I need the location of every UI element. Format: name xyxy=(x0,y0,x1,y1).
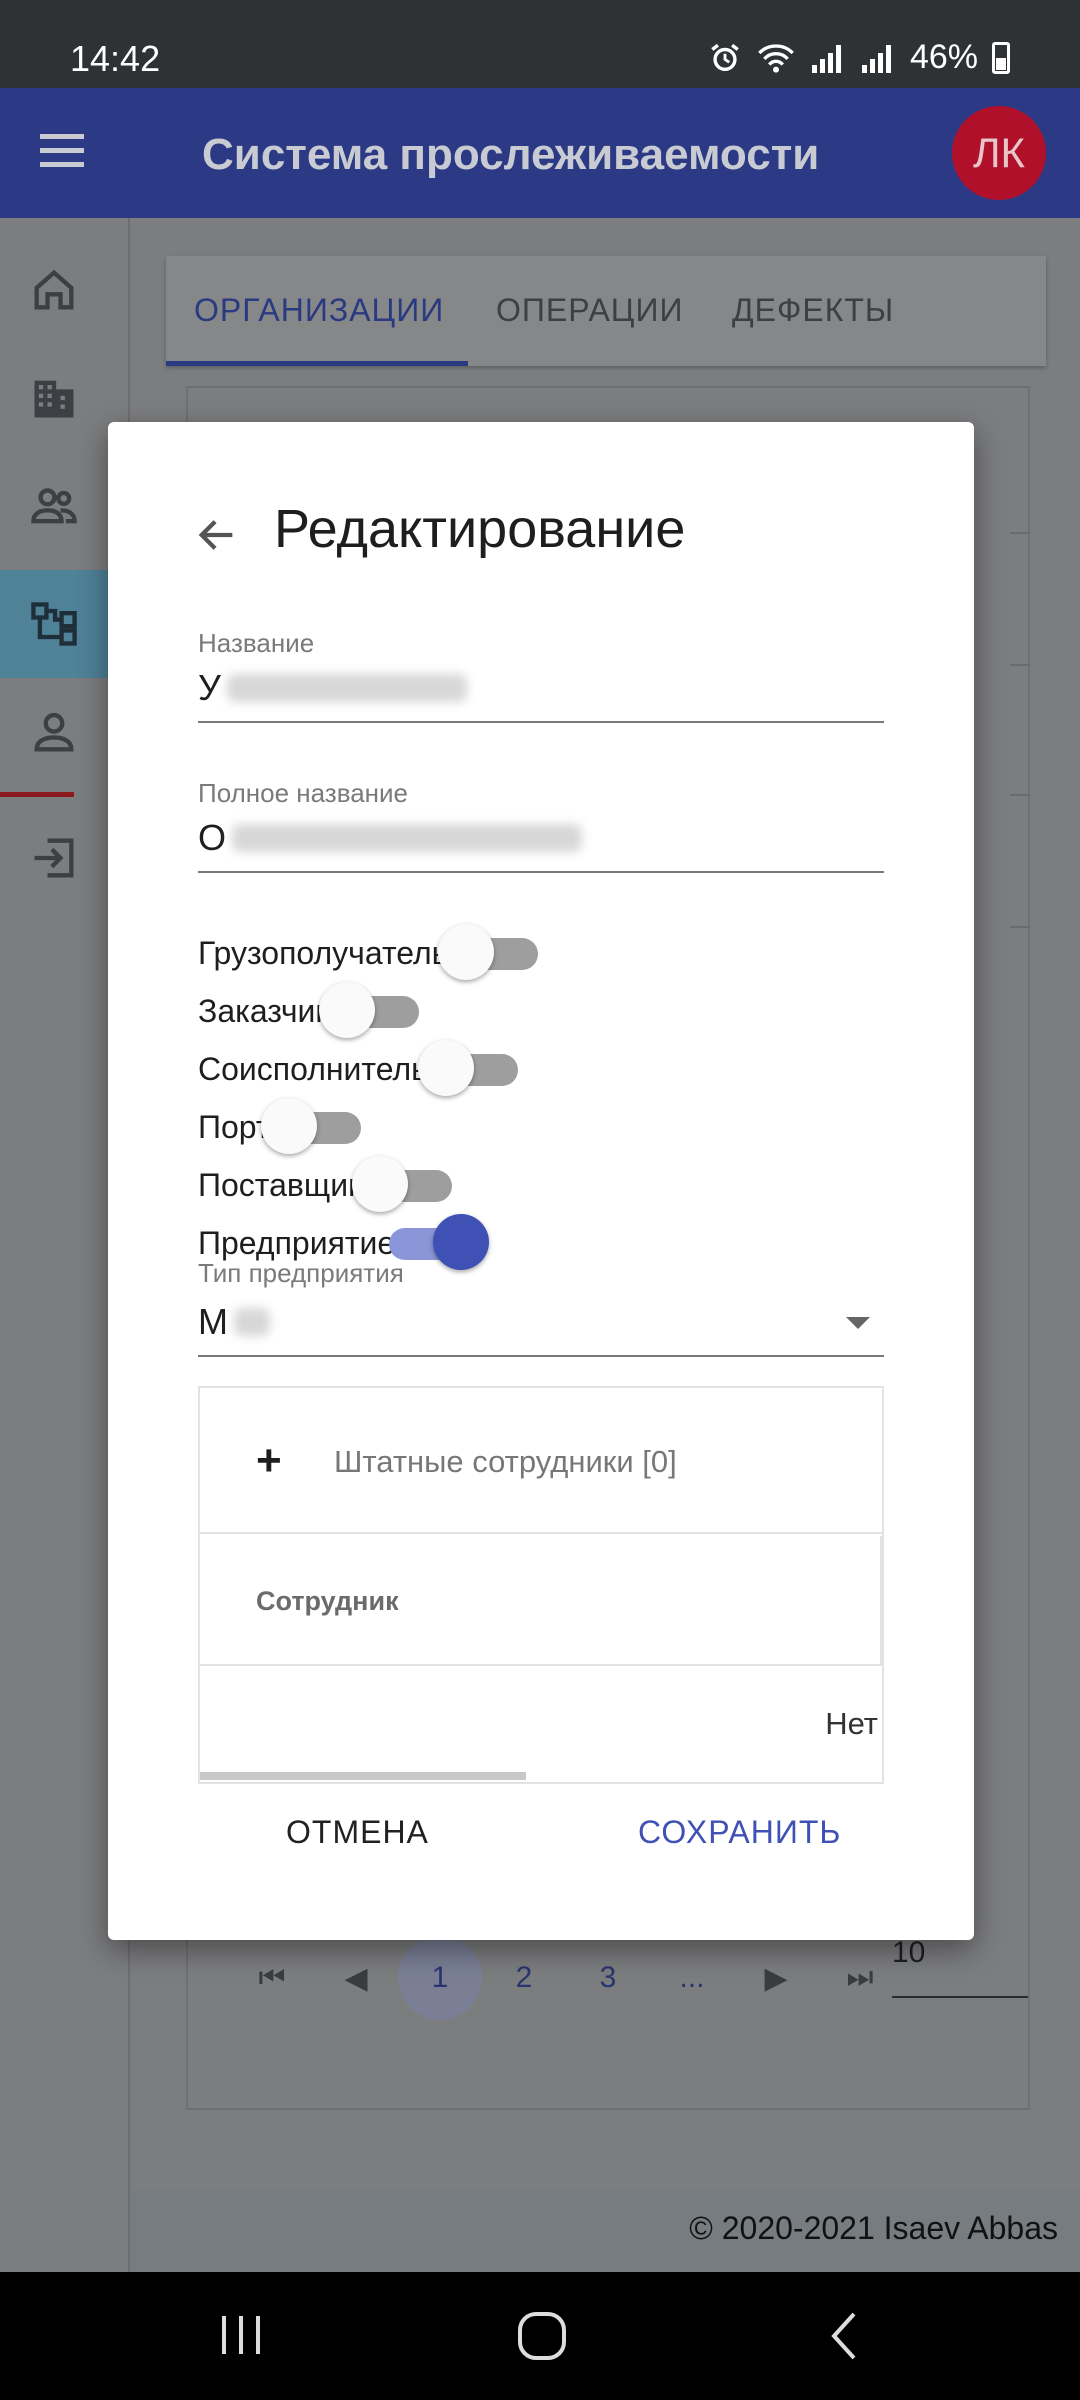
footer: © 2020-2021 Isaev Abbas xyxy=(130,2190,1080,2272)
page-size-select[interactable]: 10 xyxy=(892,1936,1028,1998)
name-label: Название xyxy=(198,628,315,658)
full-name-value: О xyxy=(198,817,227,858)
building-icon xyxy=(34,380,74,418)
prev-page-icon[interactable]: ◀ xyxy=(314,1961,398,1996)
sidebar-item-people[interactable] xyxy=(0,452,108,560)
consignee-switch[interactable] xyxy=(438,924,539,980)
table-row-divider xyxy=(1010,794,1030,796)
avatar[interactable]: ЛК xyxy=(952,106,1046,200)
tab-organizations[interactable]: ОРГАНИЗАЦИИ xyxy=(194,292,444,329)
full-name-label: Полное название xyxy=(198,778,409,808)
table-row-divider xyxy=(1010,532,1030,534)
menu-icon[interactable] xyxy=(40,134,84,170)
battery-icon xyxy=(992,41,1010,74)
status-icons: 46% xyxy=(708,38,1010,77)
tab-operations[interactable]: ОПЕРАЦИИ xyxy=(496,292,683,329)
table-row-divider xyxy=(1010,926,1030,928)
app-bar: Система прослеживаемости ЛК xyxy=(0,88,1080,218)
add-icon[interactable]: + xyxy=(256,1436,282,1486)
tab-indicator xyxy=(166,361,468,366)
sidebar-item-home[interactable] xyxy=(0,236,108,344)
customer-switch[interactable] xyxy=(319,982,420,1038)
edit-dialog: Редактирование Название У Полное названи… xyxy=(108,422,974,1940)
sidebar-item-logout[interactable] xyxy=(0,804,108,912)
alarm-icon xyxy=(711,43,739,71)
logout-icon xyxy=(34,838,74,878)
first-page-icon[interactable]: ⏮ xyxy=(230,1961,314,1995)
tab-defects[interactable]: ДЕФЕКТЫ xyxy=(732,292,894,329)
full-name-field[interactable]: Полное название О xyxy=(198,778,884,873)
home-icon xyxy=(34,269,74,310)
page-size-value: 10 xyxy=(892,1936,926,1969)
switch-row-supplier: Поставщик xyxy=(198,1156,453,1212)
sidebar-item-structure[interactable] xyxy=(0,570,108,678)
sidebar-item-profile[interactable] xyxy=(0,678,108,786)
people-icon xyxy=(31,488,77,524)
column-header: Сотрудник xyxy=(200,1536,882,1666)
staff-header: + Штатные сотрудники [0] xyxy=(200,1388,882,1534)
dialog-title: Редактирование xyxy=(274,499,686,559)
home-nav-icon[interactable] xyxy=(516,2310,568,2362)
signal-1-icon xyxy=(810,43,846,73)
switch-label: Заказчик xyxy=(198,992,330,1029)
next-page-icon[interactable]: ▶ xyxy=(734,1961,818,1996)
signal-2-icon xyxy=(860,43,896,73)
switch-row-port: Порт xyxy=(198,1098,361,1154)
cancel-button[interactable]: ОТМЕНА xyxy=(286,1814,429,1851)
switch-label: Предприятие xyxy=(198,1224,396,1261)
name-field[interactable]: Название У xyxy=(198,628,884,723)
enterprise-type-label: Тип предприятия xyxy=(198,1258,404,1288)
switch-label: Поставщик xyxy=(198,1166,363,1203)
enterprise-type-select[interactable]: Тип предприятия М xyxy=(198,1258,884,1357)
battery-percent: 46% xyxy=(909,38,978,76)
redacted-text xyxy=(232,824,583,852)
back-nav-icon[interactable] xyxy=(826,2310,862,2362)
system-nav-bar xyxy=(0,2272,1080,2400)
last-page-icon[interactable]: ⏭ xyxy=(818,1961,902,1995)
hierarchy-icon xyxy=(31,602,77,646)
horizontal-scrollbar[interactable] xyxy=(200,1772,526,1780)
pagination: ⏮ ◀ 1 2 3 ... ▶ ⏭ xyxy=(230,1936,902,2020)
tabs-bar: ОРГАНИЗАЦИИ ОПЕРАЦИИ ДЕФЕКТЫ xyxy=(166,256,1046,366)
redacted-text xyxy=(226,674,467,702)
page-ellipsis[interactable]: ... xyxy=(650,1961,734,1995)
name-value: У xyxy=(198,667,221,708)
app-title: Система прослеживаемости xyxy=(202,130,820,179)
chevron-down-icon xyxy=(846,1317,870,1329)
recent-apps-icon[interactable] xyxy=(218,2310,264,2360)
page-button-current[interactable]: 1 xyxy=(398,1936,482,2020)
page-button[interactable]: 3 xyxy=(566,1961,650,1995)
active-indicator xyxy=(0,792,74,797)
employee-column-label: Сотрудник xyxy=(256,1586,399,1616)
switch-row-consignee: Грузополучатель xyxy=(198,924,539,980)
table-row-divider xyxy=(1010,664,1030,666)
redacted-text xyxy=(234,1308,270,1336)
enterprise-type-value: М xyxy=(198,1301,228,1342)
switch-label: Соисполнитель xyxy=(198,1050,428,1087)
staff-table: + Штатные сотрудники [0] Сотрудник Нет xyxy=(198,1386,884,1784)
coexecutor-switch[interactable] xyxy=(417,1040,518,1096)
switch-label: Грузополучатель xyxy=(198,934,449,971)
staff-title: Штатные сотрудники [0] xyxy=(334,1444,677,1479)
wifi-icon xyxy=(758,43,794,73)
empty-text: Нет xyxy=(825,1706,878,1741)
status-bar: 14:42 46% xyxy=(0,0,1080,88)
page-button[interactable]: 2 xyxy=(482,1961,566,1995)
status-time: 14:42 xyxy=(70,38,161,79)
switch-row-coexecutor: Соисполнитель xyxy=(198,1040,518,1096)
supplier-switch[interactable] xyxy=(352,1156,453,1212)
switch-row-customer: Заказчик xyxy=(198,982,420,1038)
copyright-text: © 2020-2021 Isaev Abbas xyxy=(689,2210,1058,2246)
port-switch[interactable] xyxy=(260,1098,361,1154)
sidebar-item-organizations[interactable] xyxy=(0,344,108,452)
back-arrow-icon[interactable] xyxy=(194,512,240,558)
person-icon xyxy=(34,712,74,752)
save-button[interactable]: СОХРАНИТЬ xyxy=(638,1814,841,1851)
